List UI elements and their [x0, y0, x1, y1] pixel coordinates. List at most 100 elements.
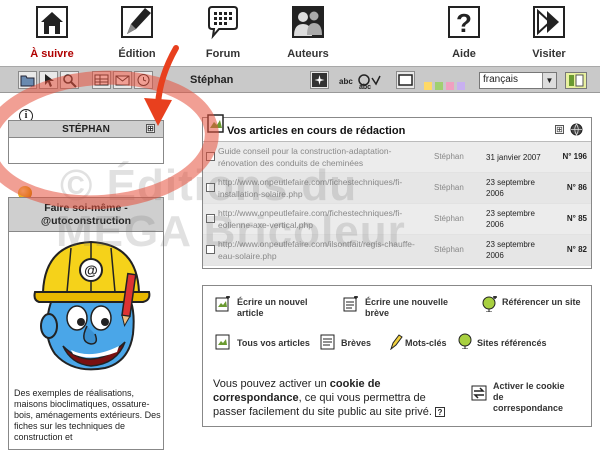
people-icon: [292, 6, 324, 38]
new-brief-link[interactable]: Écrire une nouvelle brève: [365, 297, 465, 319]
author-box: STÉPHAN ⊞: [8, 120, 164, 164]
expand-icon[interactable]: ⊞: [555, 125, 564, 134]
svg-text:@: @: [84, 262, 98, 278]
svg-text:abc: abc: [359, 84, 371, 90]
top-navigation: À suivre Édition Forum Auteurs ? Aide Vi…: [0, 0, 600, 66]
toolbar-window-icon[interactable]: [396, 71, 415, 89]
actions-panel: Écrire un nouvel article Écrire une nouv…: [202, 285, 592, 427]
article-number: N° 82: [566, 245, 587, 254]
keywords-link[interactable]: Mots-clés: [405, 338, 447, 349]
toolbar-author-name: Stéphan: [190, 74, 234, 86]
article-author: Stéphan: [434, 183, 464, 192]
article-title[interactable]: http://www.onpeutlefaire.com/fichestechn…: [218, 207, 428, 231]
referenced-sites-link[interactable]: Sites référencés: [477, 338, 547, 349]
cookie-text-before: Vous pouvez activer un: [213, 378, 330, 390]
language-select[interactable]: français ▼: [479, 72, 557, 89]
article-row[interactable]: http://www.onpeutlefaire.com/ilsontfait/…: [203, 235, 591, 266]
reference-site-icon: [482, 296, 497, 312]
color-swatch[interactable]: [424, 82, 432, 90]
article-checkbox[interactable]: [206, 152, 215, 161]
article-date: 31 janvier 2007: [486, 153, 541, 162]
toolbar-folder-icon[interactable]: [18, 71, 37, 89]
toolbar-pointer-icon[interactable]: [39, 71, 58, 89]
nav-label-aide: Aide: [452, 48, 476, 60]
article-row[interactable]: http://www.onpeutlefaire.com/fichestechn…: [203, 204, 591, 235]
nav-label-visiter: Visiter: [532, 48, 566, 60]
articles-panel: Vos articles en cours de rédaction ⊞ Gui…: [202, 114, 592, 269]
article-date: 23 septembre 2006: [486, 240, 535, 260]
nav-auteurs[interactable]: Auteurs: [268, 0, 348, 66]
toolbar-grid-icon[interactable]: [92, 71, 111, 89]
toolbar-spellcheck-icon[interactable]: abc abc: [338, 72, 382, 95]
color-swatch[interactable]: [457, 82, 465, 90]
svg-text:?: ?: [456, 8, 472, 38]
nav-visiter[interactable]: Visiter: [509, 0, 589, 66]
author-box-title: STÉPHAN: [62, 124, 110, 135]
article-date: 23 septembre 2006: [486, 209, 535, 229]
autoconstruction-box: Faire soi-même - @utoconstruction @ Des …: [8, 197, 164, 450]
article-title[interactable]: http://www.onpeutlefaire.com/fichestechn…: [218, 176, 428, 200]
nav-a-suivre[interactable]: À suivre: [12, 0, 92, 66]
color-swatches: [424, 77, 468, 95]
articles-panel-header: Vos articles en cours de rédaction ⊞: [203, 114, 591, 142]
article-number: N° 85: [566, 214, 587, 223]
language-select-value: français: [483, 74, 519, 85]
nav-forum[interactable]: Forum: [183, 0, 263, 66]
article-author: Stéphan: [434, 245, 464, 254]
article-row[interactable]: http://www.onpeutlefaire.com/fichestechn…: [203, 173, 591, 204]
briefs-link[interactable]: Brèves: [341, 338, 371, 349]
help-icon: ?: [448, 6, 480, 38]
layout-toggle-button[interactable]: [565, 72, 587, 89]
autoconstruction-title-line2: @utoconstruction: [40, 215, 132, 227]
article-checkbox[interactable]: [206, 245, 215, 254]
nav-label-a-suivre: À suivre: [30, 48, 74, 60]
new-brief-icon: [343, 296, 358, 312]
activate-cookie-link[interactable]: Activer le cookie de correspondance: [493, 381, 575, 414]
article-author: Stéphan: [434, 152, 464, 161]
article-title[interactable]: Guide conseil pour la construction-adapt…: [218, 145, 428, 169]
all-articles-link[interactable]: Tous vos articles: [237, 338, 310, 349]
new-article-link[interactable]: Écrire un nouvel article: [237, 297, 325, 319]
globe-icon: [458, 333, 472, 349]
article-date: 23 septembre 2006: [486, 178, 535, 198]
keywords-icon: [390, 334, 403, 350]
autoconstruction-header[interactable]: Faire soi-même - @utoconstruction: [9, 198, 163, 232]
nav-aide[interactable]: ? Aide: [424, 0, 504, 66]
reference-site-link[interactable]: Référencer un site: [502, 297, 584, 308]
article-number: N° 86: [566, 183, 587, 192]
expand-icon[interactable]: ⊞: [146, 124, 155, 133]
arrow-right-icon: [533, 6, 565, 38]
toolbar-clock-icon[interactable]: [134, 71, 153, 89]
article-checkbox[interactable]: [206, 214, 215, 223]
author-box-header: STÉPHAN ⊞: [9, 121, 163, 138]
help-icon[interactable]: ?: [434, 407, 445, 418]
nav-edition[interactable]: Édition: [97, 0, 177, 66]
article-number: N° 196: [562, 152, 587, 161]
autoconstruction-title-line1: Faire soi-même -: [44, 202, 128, 214]
toolbar-search-icon[interactable]: [60, 71, 79, 89]
nav-label-auteurs: Auteurs: [287, 48, 329, 60]
article-row[interactable]: Guide conseil pour la construction-adapt…: [203, 142, 591, 173]
toolbar-mail-icon[interactable]: [113, 71, 132, 89]
color-swatch[interactable]: [435, 82, 443, 90]
house-icon: [36, 6, 68, 38]
mascot-illustration: @: [33, 240, 151, 371]
nav-label-edition: Édition: [118, 48, 156, 60]
article-title[interactable]: http://www.onpeutlefaire.com/ilsontfait/…: [218, 238, 428, 262]
nav-label-forum: Forum: [205, 48, 241, 60]
toolbar-sparkle-icon[interactable]: [310, 71, 329, 89]
speech-bubble-icon: [208, 6, 238, 40]
globe-icon[interactable]: [570, 123, 583, 136]
cookie-description: Vous pouvez activer un cookie de corresp…: [213, 377, 448, 419]
pen-icon: [121, 6, 153, 38]
document-icon: [207, 114, 224, 133]
color-swatch[interactable]: [446, 82, 454, 90]
autoconstruction-description: Des exemples de réalisations, maisons bi…: [14, 388, 161, 442]
toolbar: Stéphan abc abc français ▼: [0, 66, 600, 93]
article-checkbox[interactable]: [206, 183, 215, 192]
chevron-down-icon: ▼: [542, 73, 556, 88]
articles-icon: [215, 334, 230, 350]
article-author: Stéphan: [434, 214, 464, 223]
new-article-icon: [215, 296, 230, 312]
articles-list: Guide conseil pour la construction-adapt…: [203, 142, 591, 266]
